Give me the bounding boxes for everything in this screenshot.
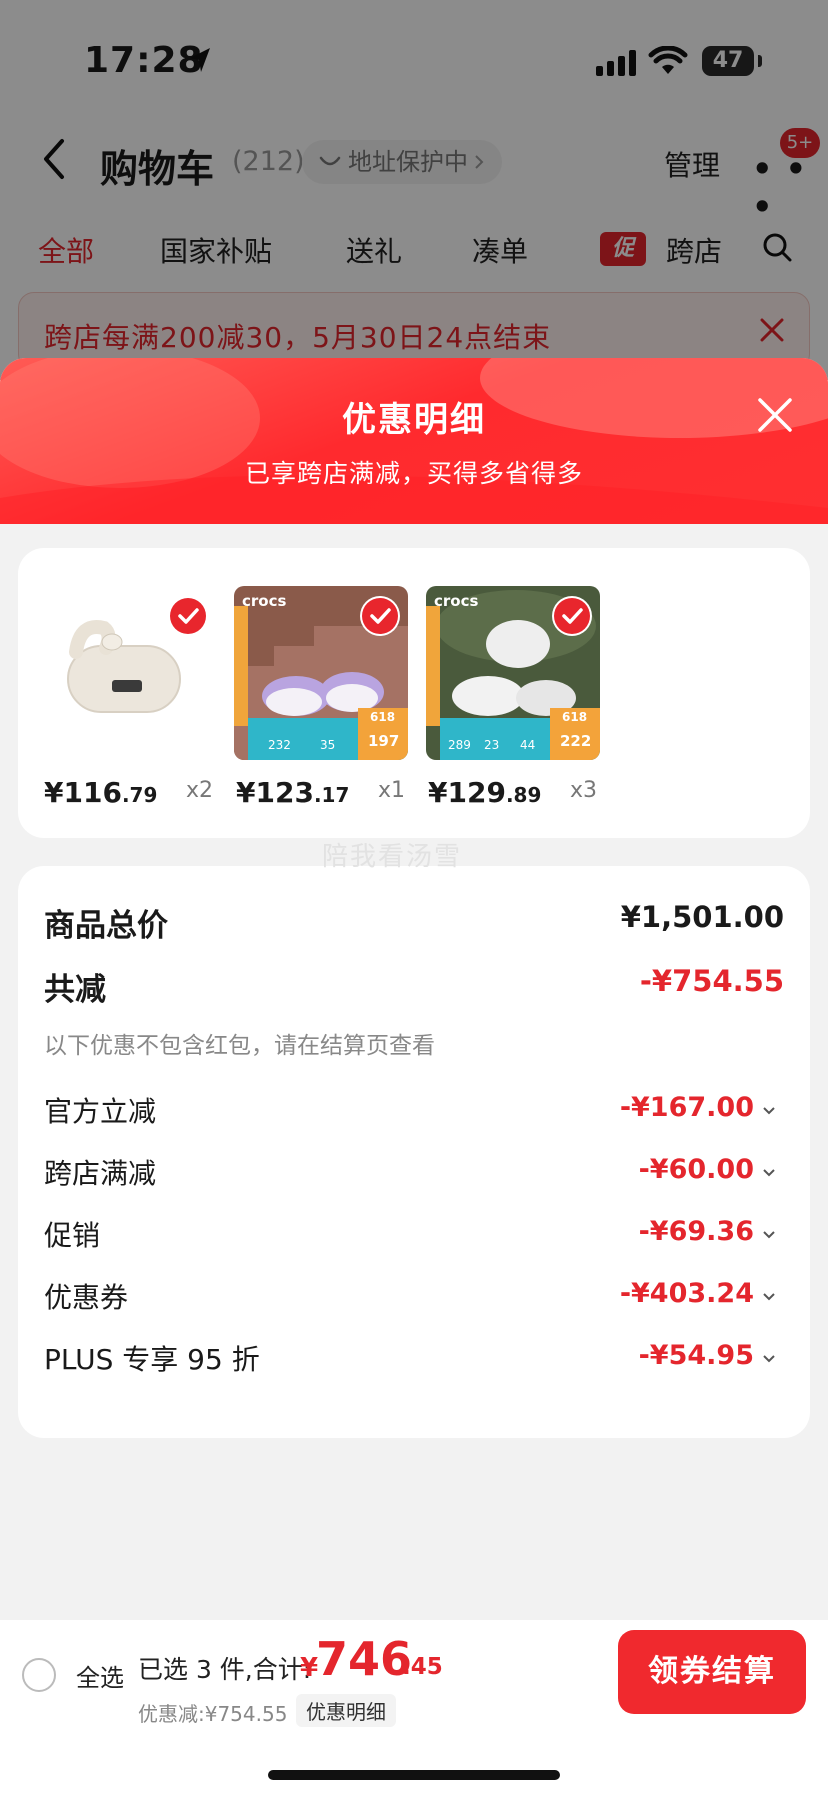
checkout-button[interactable]: 领券结算: [618, 1630, 806, 1714]
product-quantity: x2: [186, 778, 214, 803]
chevron-down-icon: [763, 1107, 775, 1115]
chevron-down-icon: [763, 1293, 775, 1301]
discount-detail-sheet: 优惠明细 已享跨店满减，买得多省得多 ¥116.79 x2 crocs 618 …: [0, 358, 828, 1796]
price-breakdown-value: 35: [320, 738, 336, 752]
header-decoration: [0, 358, 828, 524]
price-breakdown-value: 44: [520, 738, 536, 752]
cart-page-background: 17:28 47 购物车 (212) 地址保护中 管理 • • • 5+ 全部 …: [0, 0, 828, 380]
discount-label: 官方立减: [44, 1095, 157, 1128]
price-tag: 222: [560, 732, 592, 750]
checked-icon[interactable]: [362, 598, 398, 634]
product-quantity: x1: [378, 778, 406, 803]
product-quantity: x3: [570, 778, 598, 803]
sheet-title: 优惠明细: [342, 400, 486, 440]
product-price: ¥116.79: [44, 776, 158, 809]
promo-618-tag: 618: [562, 710, 588, 724]
price-summary-card: 商品总价 ¥1,501.00 共减 -¥754.55 以下优惠不包含红包，请在结…: [18, 866, 810, 1438]
brand-label: crocs: [242, 592, 287, 610]
chevron-down-icon: [763, 1231, 775, 1239]
discount-value: -¥69.36: [638, 1216, 754, 1247]
discount-label: 促销: [44, 1219, 101, 1252]
sheet-header: 优惠明细 已享跨店满减，买得多省得多: [0, 358, 828, 524]
discount-summary-text: 优惠减:¥754.55: [138, 1702, 288, 1726]
total-amount-decimal: .45: [402, 1654, 443, 1680]
selected-products-card: ¥116.79 x2 crocs 618 197 232 35 ¥123.17 …: [18, 548, 810, 838]
total-price-value: ¥1,501.00: [620, 900, 784, 934]
discount-value: -¥167.00: [619, 1092, 754, 1123]
total-reduce-value: -¥754.55: [639, 964, 784, 998]
brand-label: crocs: [434, 592, 479, 610]
close-icon[interactable]: [756, 396, 794, 434]
checked-icon[interactable]: [554, 598, 590, 634]
chevron-down-icon: [763, 1355, 775, 1363]
select-all-radio[interactable]: [22, 1658, 56, 1692]
total-amount-integer: 746: [316, 1632, 413, 1686]
price-breakdown-value: 23: [484, 738, 500, 752]
discount-note: 以下优惠不包含红包，请在结算页查看: [44, 1033, 435, 1059]
product-price: ¥123.17: [236, 776, 350, 809]
product-price: ¥129.89: [428, 776, 542, 809]
discount-label: 跨店满减: [44, 1157, 157, 1190]
promo-618-tag: 618: [370, 710, 396, 724]
watermark-text: 陪我看汤雪: [322, 842, 463, 872]
price-breakdown-value: 289: [448, 738, 471, 752]
home-indicator: [268, 1770, 560, 1780]
discount-label: PLUS 专享 95 折: [44, 1343, 260, 1376]
discount-value: -¥60.00: [638, 1154, 754, 1185]
total-price-label: 商品总价: [44, 908, 168, 944]
discount-label: 优惠券: [44, 1281, 129, 1314]
discount-detail-button[interactable]: 优惠明细: [296, 1694, 396, 1727]
checkout-bar: 全选 已选 3 件,合计: ¥ 746 .45 优惠减:¥754.55 优惠明细…: [0, 1620, 828, 1796]
chevron-down-icon: [763, 1169, 775, 1177]
modal-dim-overlay[interactable]: [0, 0, 828, 380]
price-breakdown-value: 232: [268, 738, 291, 752]
price-tag: 197: [368, 732, 400, 750]
sheet-subtitle: 已享跨店满减，买得多省得多: [244, 459, 583, 488]
discount-value: -¥403.24: [619, 1278, 754, 1309]
selected-count-text: 已选 3 件,合计:: [138, 1655, 312, 1684]
total-reduce-label: 共减: [44, 972, 106, 1008]
select-all-label[interactable]: 全选: [76, 1658, 124, 1693]
checked-icon[interactable]: [170, 598, 206, 634]
discount-value: -¥54.95: [638, 1340, 754, 1371]
